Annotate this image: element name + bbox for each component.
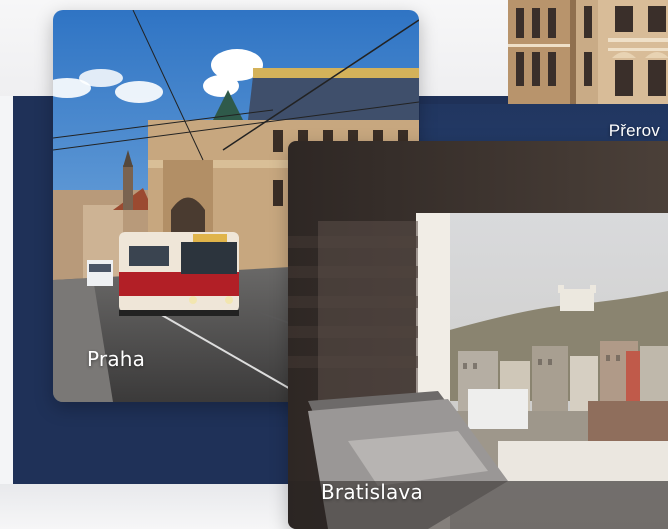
city-name-praha: Praha: [87, 347, 146, 371]
bratislava-photo: [288, 141, 668, 529]
city-name-prerov: Přerov: [608, 121, 660, 140]
city-card-bratislava[interactable]: Bratislava: [288, 141, 668, 529]
city-name-bratislava: Bratislava: [321, 480, 423, 504]
prerov-photo: [508, 0, 668, 105]
